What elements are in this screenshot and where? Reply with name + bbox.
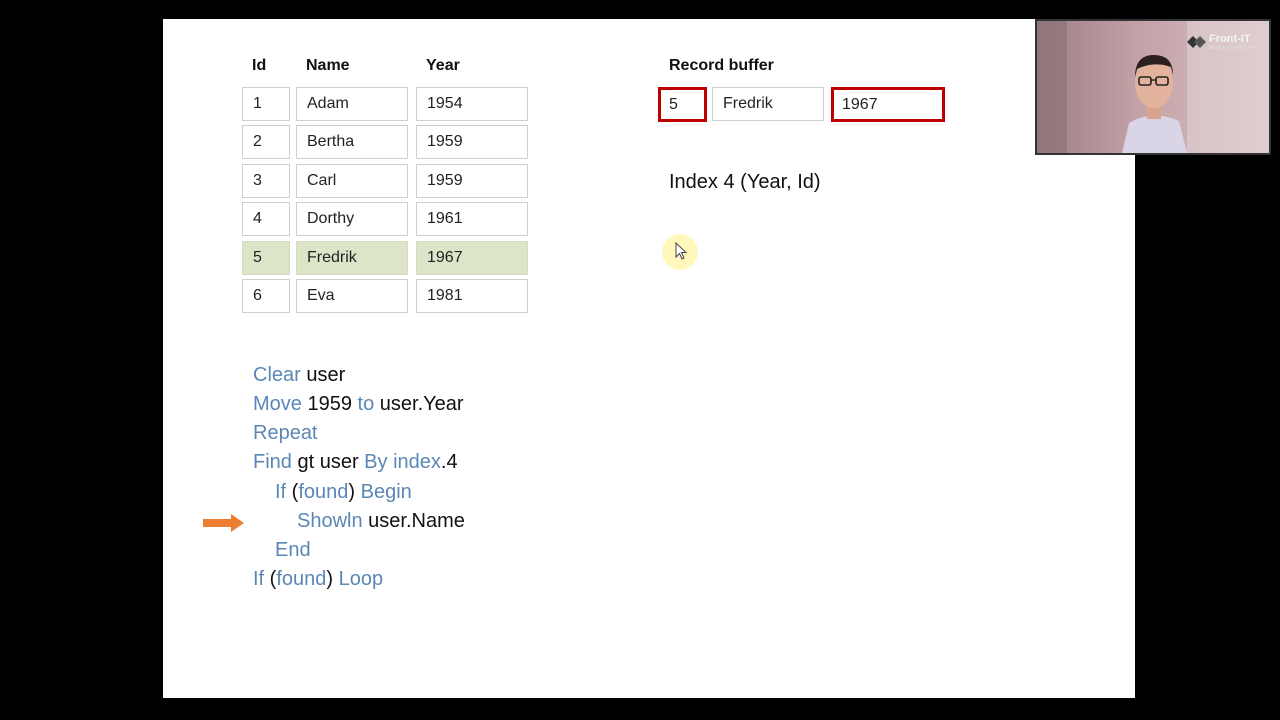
code-keyword: Clear	[253, 364, 301, 386]
logo-subtext: Business Intelligence	[1209, 45, 1256, 51]
code-text: user	[300, 364, 346, 386]
code-keyword: Loop	[338, 568, 384, 590]
table-cell-id-highlighted: 5	[242, 241, 290, 275]
table-cell-id: 6	[242, 279, 290, 313]
col-header-year: Year	[426, 57, 460, 74]
code-line-4: Find gt user By index.4	[253, 451, 458, 474]
index-title: Index 4 (Year, Id)	[669, 171, 821, 193]
code-text: (	[264, 568, 277, 590]
code-line-7: End	[275, 539, 311, 562]
webcam-logo: Front-IT Business Intelligence	[1185, 31, 1265, 53]
code-text: 1959	[301, 393, 358, 415]
code-text: user.Year	[374, 393, 464, 415]
table-cell-year: 1954	[416, 87, 528, 121]
table-cell-name: Adam	[296, 87, 408, 121]
record-buffer-id: 5	[658, 87, 707, 122]
table-cell-name: Bertha	[296, 125, 408, 159]
code-keyword: Repeat	[253, 422, 318, 444]
table-cell-name-highlighted: Fredrik	[296, 241, 408, 275]
code-line-3: Repeat	[253, 422, 318, 445]
mouse-cursor-icon	[662, 234, 698, 270]
record-buffer-name: Fredrik	[712, 87, 824, 121]
code-line-6: Showln user.Name	[297, 510, 465, 533]
code-keyword: Showln	[297, 510, 363, 532]
code-text: (	[286, 481, 299, 503]
code-text: )	[348, 481, 361, 503]
table-cell-id: 1	[242, 87, 290, 121]
code-keyword: If	[253, 568, 265, 590]
code-keyword: Find	[253, 451, 292, 473]
table-cell-year: 1959	[416, 125, 528, 159]
table-cell-year-highlighted: 1967	[416, 241, 528, 275]
table-cell-year: 1959	[416, 164, 528, 198]
code-keyword: found	[298, 481, 349, 503]
code-keyword: to	[357, 393, 375, 415]
table-cell-name: Carl	[296, 164, 408, 198]
col-header-name: Name	[306, 57, 350, 74]
front-it-logo-icon	[1187, 36, 1206, 48]
table-cell-name: Dorthy	[296, 202, 408, 236]
code-keyword: If	[275, 481, 287, 503]
code-line-8: If (found) Loop	[253, 568, 383, 591]
table-cell-id: 2	[242, 125, 290, 159]
code-line-5: If (found) Begin	[275, 481, 412, 504]
code-keyword: Move	[253, 393, 302, 415]
code-keyword: End	[275, 539, 311, 561]
table-cell-year: 1961	[416, 202, 528, 236]
code-text: user.Name	[362, 510, 465, 532]
table-cell-year: 1981	[416, 279, 528, 313]
logo-text: Front-IT	[1209, 33, 1251, 45]
code-text: gt user	[291, 451, 365, 473]
record-buffer-year: 1967	[831, 87, 945, 122]
col-header-id: Id	[252, 57, 267, 74]
code-text: .4	[440, 451, 458, 473]
webcam-video: Front-IT Business Intelligence	[1035, 19, 1271, 155]
code-keyword: Begin	[360, 481, 412, 503]
code-text: )	[326, 568, 339, 590]
code-line-2: Move 1959 to user.Year	[253, 393, 464, 416]
code-keyword: found	[276, 568, 327, 590]
execution-arrow-icon	[203, 514, 244, 532]
table-cell-name: Eva	[296, 279, 408, 313]
code-keyword: By index	[364, 451, 441, 473]
code-line-1: Clear user	[253, 364, 345, 387]
record-buffer-title: Record buffer	[669, 57, 774, 74]
table-cell-id: 3	[242, 164, 290, 198]
table-cell-id: 4	[242, 202, 290, 236]
